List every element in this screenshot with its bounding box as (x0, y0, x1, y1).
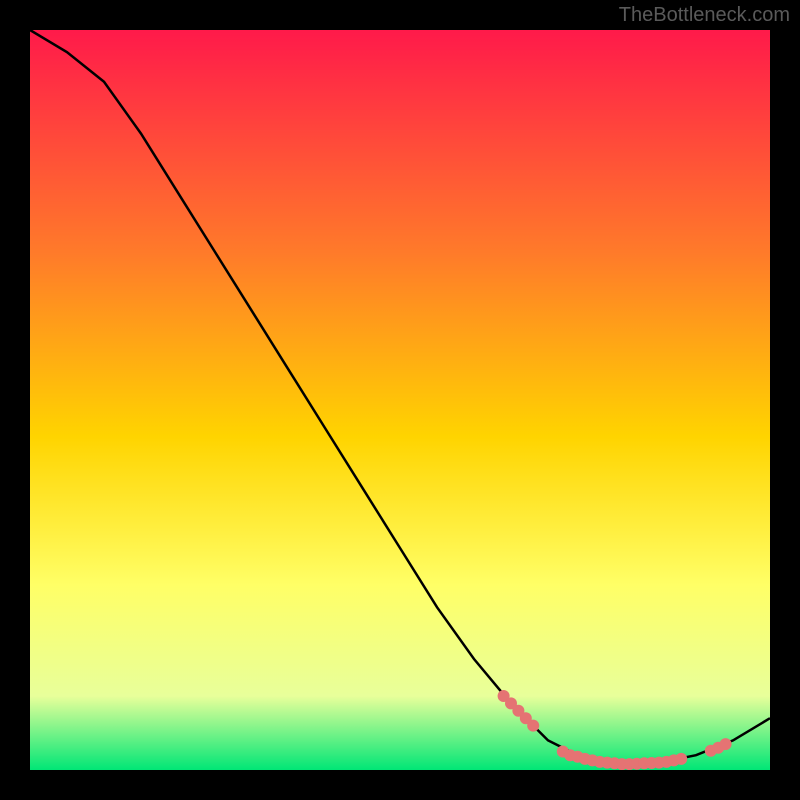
chart-plot-area (30, 30, 770, 770)
chart-svg (30, 30, 770, 770)
chart-marker (675, 753, 687, 765)
chart-background (30, 30, 770, 770)
chart-marker (720, 738, 732, 750)
chart-marker (527, 720, 539, 732)
watermark-text: TheBottleneck.com (619, 4, 790, 27)
